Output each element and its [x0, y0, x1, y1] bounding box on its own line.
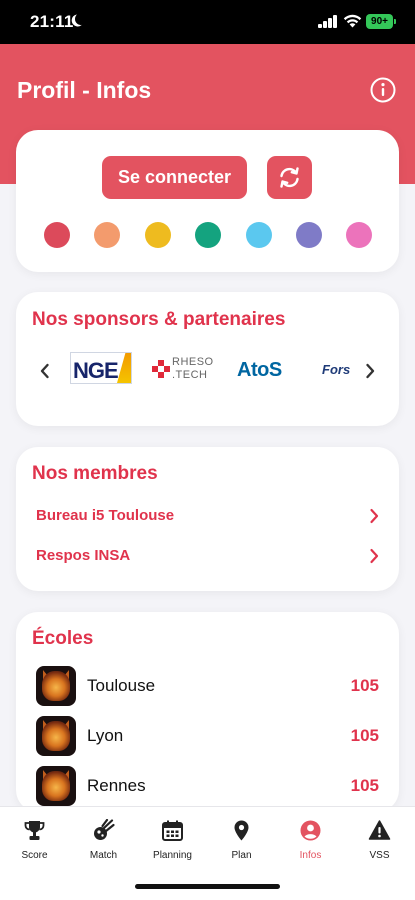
user-circle-icon [300, 820, 321, 841]
color-option-purple[interactable] [296, 222, 322, 248]
tab-vss[interactable]: VSS [345, 817, 414, 867]
page-title: Profil - Infos [17, 77, 152, 103]
members-title: Nos membres [32, 463, 158, 484]
school-logo [36, 666, 76, 706]
tab-label: Plan [231, 850, 252, 861]
account-card: Se connecter [16, 130, 399, 272]
member-item-bureau[interactable]: Bureau i5 Toulouse [36, 501, 379, 531]
chevron-left-icon[interactable] [39, 363, 51, 379]
color-option-green[interactable] [195, 222, 221, 248]
sponsor-logo-atos[interactable]: AtoS [237, 359, 282, 382]
tab-planning[interactable]: Planning [138, 817, 207, 867]
sponsors-title: Nos sponsors & partenaires [32, 309, 286, 330]
status-time: 21:11 [30, 12, 74, 31]
tab-plan[interactable]: Plan [207, 817, 276, 867]
tab-label: VSS [369, 850, 390, 861]
school-name: Lyon [87, 726, 124, 745]
school-score: 105 [350, 726, 379, 745]
trophy-icon [24, 821, 45, 840]
tab-match[interactable]: Match [69, 817, 138, 867]
tab-label: Score [21, 850, 48, 861]
member-item-label: Bureau i5 Toulouse [36, 507, 175, 524]
color-option-sky[interactable] [246, 222, 272, 248]
sponsor-logo-fors[interactable]: Fors [322, 362, 350, 377]
cellular-signal-icon [318, 15, 338, 28]
refresh-icon [280, 167, 299, 188]
school-score: 105 [350, 776, 379, 795]
tab-score[interactable]: Score [0, 817, 69, 867]
connect-button[interactable]: Se connecter [102, 156, 247, 199]
color-option-peach[interactable] [94, 222, 120, 248]
color-option-pink[interactable] [346, 222, 372, 248]
battery-indicator: 90+ [366, 14, 396, 29]
school-row-lyon[interactable]: Lyon 105 [36, 716, 379, 756]
refresh-button[interactable] [267, 156, 312, 199]
member-item-respos[interactable]: Respos INSA [36, 541, 379, 571]
chevron-right-icon [370, 548, 379, 564]
member-item-label: Respos INSA [36, 547, 131, 564]
chevron-right-icon [370, 508, 379, 524]
info-icon[interactable] [370, 77, 396, 103]
home-indicator [135, 884, 280, 889]
map-pin-icon [234, 820, 249, 841]
wifi-icon [343, 14, 362, 28]
color-option-yellow[interactable] [145, 222, 171, 248]
school-row-rennes[interactable]: Rennes 105 [36, 766, 379, 806]
sponsor-logo-rheso-tech[interactable]: RHESO .TECH [152, 354, 214, 384]
school-row-toulouse[interactable]: Toulouse 105 [36, 666, 379, 706]
schools-card: Écoles Toulouse 105 Lyon 105 Rennes 105 [16, 612, 399, 812]
color-option-red[interactable] [44, 222, 70, 248]
members-card: Nos membres Bureau i5 Toulouse Respos IN… [16, 447, 399, 591]
school-logo [36, 716, 76, 756]
school-score: 105 [350, 676, 379, 695]
sponsors-card: Nos sponsors & partenaires NGE RHESO .TE… [16, 292, 399, 426]
tab-label: Planning [153, 850, 192, 861]
school-logo [36, 766, 76, 806]
moon-icon [74, 12, 88, 26]
warning-icon [368, 820, 391, 840]
sponsor-logo-nge[interactable]: NGE [70, 352, 132, 384]
comet-icon [94, 819, 115, 840]
status-bar: 21:11 90+ [0, 0, 415, 44]
schools-title: Écoles [32, 628, 94, 649]
school-name: Toulouse [87, 676, 156, 695]
calendar-icon [162, 820, 183, 841]
tab-label: Infos [299, 850, 322, 861]
tab-label: Match [89, 850, 118, 861]
school-name: Rennes [87, 776, 146, 795]
tab-infos[interactable]: Infos [276, 817, 345, 867]
chevron-right-icon[interactable] [364, 363, 376, 379]
